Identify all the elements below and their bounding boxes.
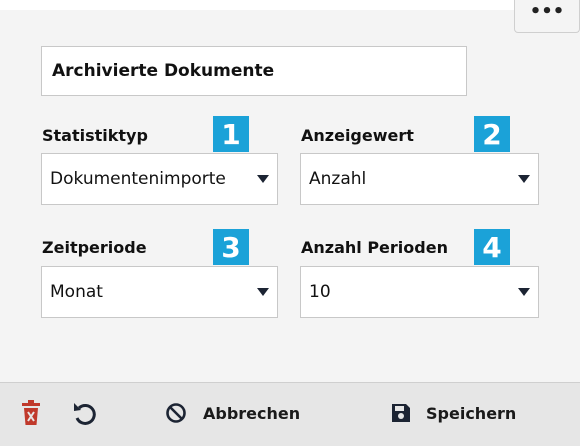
period-count-select[interactable]: 10 xyxy=(300,266,539,318)
more-menu-button[interactable]: ••• xyxy=(514,0,580,33)
caret-down-icon xyxy=(518,288,530,296)
time-period-label: Zeitperiode xyxy=(42,238,147,257)
delete-button[interactable] xyxy=(20,400,42,426)
cancel-button[interactable]: Abbrechen xyxy=(165,402,300,424)
more-icon: ••• xyxy=(529,1,565,22)
save-label: Speichern xyxy=(426,403,517,423)
statistic-type-select[interactable]: Dokumentenimporte xyxy=(41,153,278,205)
callout-badge-2: 2 xyxy=(474,116,510,152)
statistic-type-value: Dokumentenimporte xyxy=(50,169,226,189)
title-input[interactable]: Archivierte Dokumente xyxy=(41,46,467,96)
cancel-icon xyxy=(166,403,186,423)
period-count-value: 10 xyxy=(309,282,331,302)
display-value-label: Anzeigewert xyxy=(301,126,414,145)
callout-badge-4: 4 xyxy=(474,229,510,265)
caret-down-icon xyxy=(257,288,269,296)
undo-button[interactable] xyxy=(72,401,98,427)
undo-icon xyxy=(74,403,96,425)
time-period-value: Monat xyxy=(50,282,103,302)
time-period-select[interactable]: Monat xyxy=(41,266,278,318)
cancel-label: Abbrechen xyxy=(203,403,301,423)
callout-badge-3: 3 xyxy=(213,229,249,265)
period-count-label: Anzahl Perioden xyxy=(301,238,448,257)
display-value-select[interactable]: Anzahl xyxy=(300,153,539,205)
statistic-type-label: Statistiktyp xyxy=(42,126,148,145)
display-value-value: Anzahl xyxy=(309,169,367,189)
footer-toolbar: Abbrechen Speichern xyxy=(0,382,580,446)
save-button[interactable]: Speichern xyxy=(390,402,516,424)
save-icon xyxy=(392,404,410,422)
trash-icon xyxy=(22,400,40,425)
callout-badge-1: 1 xyxy=(213,116,249,152)
title-value: Archivierte Dokumente xyxy=(52,61,275,81)
caret-down-icon xyxy=(257,175,269,183)
caret-down-icon xyxy=(518,175,530,183)
